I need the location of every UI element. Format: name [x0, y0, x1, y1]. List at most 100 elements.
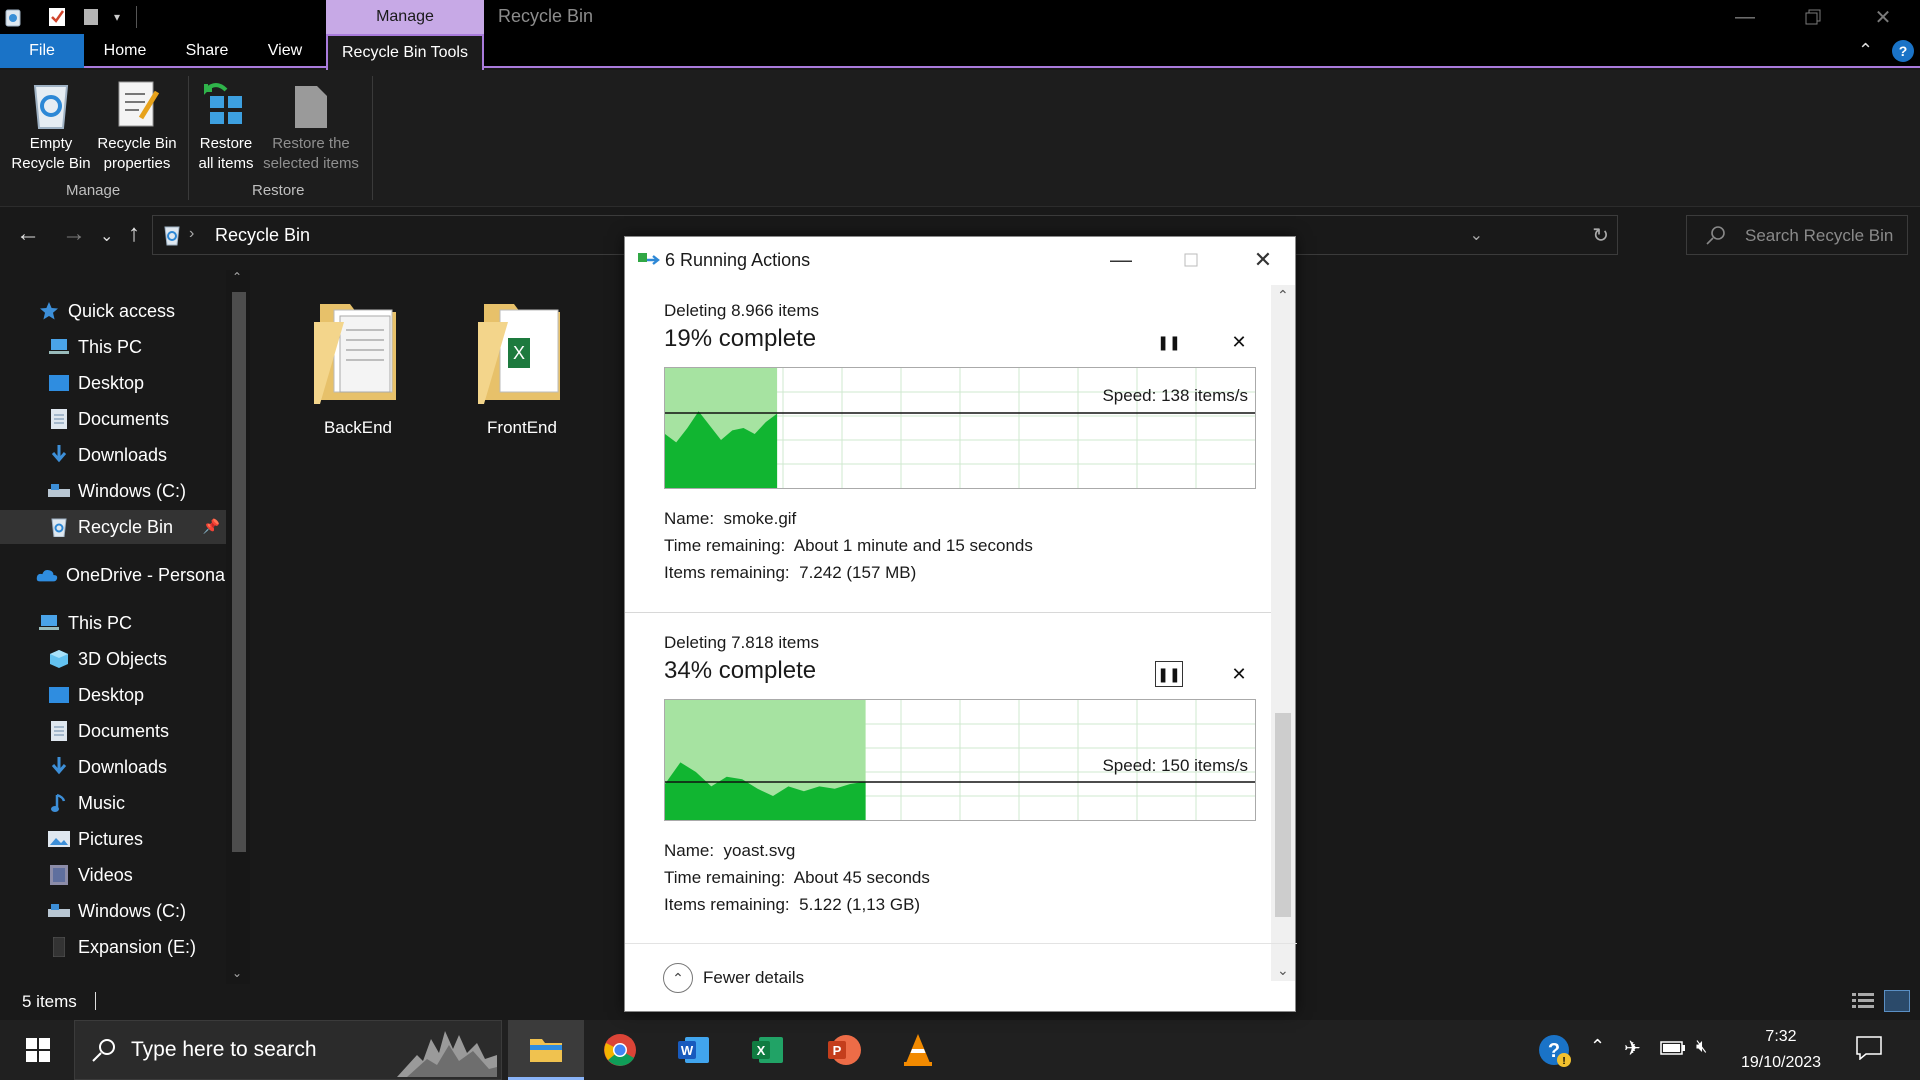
dialog-title: 6 Running Actions — [665, 250, 811, 270]
word-taskbar-icon[interactable]: W — [656, 1020, 732, 1080]
detail-value: 5.122 (1,13 GB) — [799, 895, 921, 914]
nav-label: This PC — [78, 336, 143, 357]
star-icon — [38, 301, 60, 321]
close-window-button[interactable]: ✕ — [1848, 0, 1918, 34]
nav-label: Downloads — [78, 756, 168, 777]
restore-selected-items-button[interactable]: Restore the selected items — [258, 78, 364, 174]
customize-toolbar-icon[interactable]: ▾ — [108, 6, 126, 28]
folder-icon — [310, 292, 406, 412]
svg-text:P: P — [833, 1043, 842, 1058]
nav-label: This PC — [68, 612, 133, 633]
notifications-icon[interactable] — [1856, 1036, 1882, 1065]
dialog-close-button[interactable]: ✕ — [1235, 243, 1291, 277]
nav-scrollbar[interactable]: ⌃ ⌄ — [226, 270, 250, 984]
detail-value: About 1 minute and 15 seconds — [793, 536, 1033, 555]
dialog-scroll-thumb[interactable] — [1275, 713, 1291, 917]
restore-selected-label-line2: selected items — [263, 155, 359, 172]
empty-recycle-bin-icon — [27, 78, 75, 130]
detail-label: Name: — [664, 841, 715, 860]
collapse-ribbon-icon[interactable]: ⌃ — [1858, 40, 1873, 61]
nav-label: Quick access — [68, 300, 176, 321]
svg-text:W: W — [681, 1043, 694, 1058]
tab-home[interactable]: Home — [90, 34, 160, 68]
ribbon: Empty Recycle Bin Recycle Bin properties… — [0, 70, 1920, 207]
battery-icon[interactable] — [1660, 1040, 1686, 1061]
up-arrow-icon[interactable]: ↑ — [128, 220, 140, 248]
scroll-up-icon[interactable]: ⌃ — [1277, 287, 1289, 304]
clock-date[interactable]: 19/10/2023 — [1734, 1054, 1828, 1072]
pause-button[interactable]: ❚❚ — [1155, 329, 1183, 355]
forward-arrow-icon[interactable]: → — [62, 220, 86, 248]
tab-recycle-bin-tools[interactable]: Recycle Bin Tools — [326, 34, 484, 70]
dialog-maximize-button[interactable] — [1163, 243, 1219, 277]
music-note-icon — [48, 793, 70, 813]
minimize-button[interactable]: — — [1710, 0, 1780, 34]
fewer-details-button[interactable]: ⌃ Fewer details — [663, 963, 804, 993]
chrome-taskbar-icon[interactable] — [582, 1020, 658, 1080]
address-dropdown-icon[interactable]: ⌄ — [1470, 225, 1483, 245]
clock-time[interactable]: 7:32 — [1736, 1028, 1826, 1046]
pause-button[interactable]: ❚❚ — [1155, 661, 1183, 687]
restore-all-items-button[interactable]: Restore all items — [192, 78, 260, 174]
nav-quick-recycle-bin[interactable]: Recycle Bin 📌 — [0, 510, 226, 544]
folder-name: BackEnd — [323, 418, 393, 437]
restore-all-icon — [202, 78, 250, 130]
drive-icon — [48, 901, 70, 921]
external-drive-icon — [48, 937, 70, 957]
documents-icon — [48, 409, 70, 429]
back-arrow-icon[interactable]: ← — [16, 220, 40, 248]
restore-button[interactable] — [1778, 0, 1848, 34]
folder-quick-icon[interactable] — [80, 6, 102, 28]
show-hidden-icons-icon[interactable]: ⌃ — [1590, 1036, 1605, 1057]
detail-label: Time remaining: — [664, 536, 786, 555]
details-view-icon[interactable] — [1852, 992, 1874, 1015]
empty-recycle-bin-button[interactable]: Empty Recycle Bin — [6, 78, 96, 174]
scroll-up-icon[interactable]: ⌃ — [232, 270, 242, 284]
taskbar-search-box[interactable]: Type here to search — [74, 1020, 502, 1080]
dialog-minimize-button[interactable]: — — [1093, 243, 1149, 277]
videos-icon — [48, 865, 70, 885]
recycle-bin-icon[interactable] — [2, 6, 24, 28]
detail-items-remaining: Items remaining: 5.122 (1,13 GB) — [664, 895, 920, 915]
search-box[interactable]: Search Recycle Bin — [1686, 215, 1908, 255]
detail-value: smoke.gif — [723, 509, 797, 528]
recycle-bin-properties-button[interactable]: Recycle Bin properties — [92, 78, 182, 174]
nav-label: Windows (C:) — [78, 480, 187, 501]
taskbar-search-placeholder: Type here to search — [131, 1038, 317, 1061]
ribbon-tabs: File Home Share View Recycle Bin Tools ⌃… — [0, 34, 1920, 70]
tab-file[interactable]: File — [0, 34, 84, 68]
recent-locations-icon[interactable]: ⌄ — [100, 226, 113, 246]
scroll-down-icon[interactable]: ⌄ — [232, 966, 242, 980]
folder-item[interactable]: X FrontEnd — [452, 292, 592, 438]
tab-view[interactable]: View — [254, 34, 316, 68]
manage-context-tab[interactable]: Manage — [326, 0, 484, 34]
svg-text:X: X — [757, 1043, 766, 1058]
properties-quick-icon[interactable] — [46, 6, 68, 28]
title-bar: ▾ Manage Recycle Bin — ✕ — [0, 0, 1920, 34]
scroll-down-icon[interactable]: ⌄ — [1277, 962, 1289, 979]
cancel-operation-button[interactable]: ✕ — [1225, 661, 1253, 687]
excel-taskbar-icon[interactable]: X — [730, 1020, 806, 1080]
tab-share[interactable]: Share — [170, 34, 244, 68]
folder-icon: X — [474, 292, 570, 412]
breadcrumb-location[interactable]: Recycle Bin — [215, 225, 310, 246]
operation-heading: Deleting 7.818 items — [664, 633, 819, 652]
empty-label-line1: Empty — [29, 135, 73, 152]
cancel-operation-button[interactable]: ✕ — [1225, 329, 1253, 355]
start-windows-icon[interactable] — [0, 1020, 76, 1080]
powerpoint-taskbar-icon[interactable]: P — [806, 1020, 882, 1080]
group-label-manage: Manage — [66, 182, 121, 199]
nav-scroll-thumb[interactable] — [232, 292, 246, 852]
empty-label-line2: Recycle Bin — [11, 155, 91, 172]
airplane-mode-icon[interactable]: ✈ — [1624, 1036, 1641, 1061]
folder-item[interactable]: BackEnd — [288, 292, 428, 438]
help-icon[interactable]: ? — [1892, 40, 1914, 62]
vlc-taskbar-icon[interactable] — [880, 1020, 956, 1080]
large-icons-view-icon[interactable] — [1884, 990, 1910, 1012]
dialog-scrollbar[interactable]: ⌃ ⌄ — [1271, 285, 1295, 981]
volume-muted-icon[interactable]: 🔇︎ — [1696, 1036, 1707, 1057]
operation-heading: Deleting 8.966 items — [664, 301, 819, 320]
refresh-icon[interactable]: ↻ — [1592, 223, 1609, 248]
file-explorer-taskbar-icon[interactable] — [508, 1020, 584, 1080]
help-update-icon[interactable]: ?! — [1538, 1034, 1572, 1073]
